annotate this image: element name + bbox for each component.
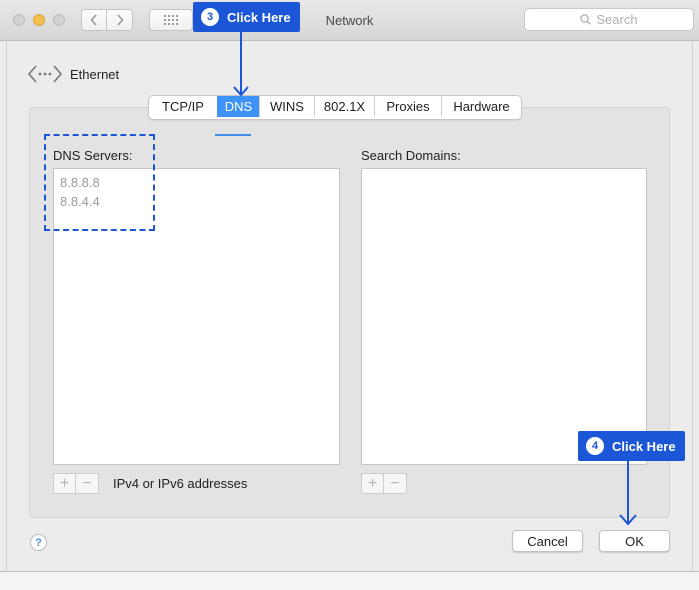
remove-search-domain-button[interactable]: − xyxy=(384,473,407,494)
window-left-edge xyxy=(6,40,7,571)
step-4-callout: 4 Click Here xyxy=(578,431,685,461)
search-placeholder: Search xyxy=(596,12,638,27)
step-3-callout: 3 Click Here xyxy=(193,2,300,32)
search-domains-label: Search Domains: xyxy=(361,148,461,163)
step-4-number: 4 xyxy=(586,437,604,455)
tab-proxies[interactable]: Proxies xyxy=(374,96,441,117)
dns-highlight-box xyxy=(44,134,155,231)
desktop-background xyxy=(0,572,699,590)
search-icon xyxy=(580,14,592,25)
add-search-domain-button[interactable]: + xyxy=(361,473,384,494)
add-dns-button[interactable]: + xyxy=(53,473,76,494)
search-domains-list[interactable] xyxy=(361,168,647,465)
step-3-number: 3 xyxy=(201,8,219,26)
tab-dns[interactable]: DNS xyxy=(217,96,259,117)
interface-name: Ethernet xyxy=(70,67,120,82)
tab-bar: TCP/IP DNS WINS 802.1X Proxies Hardware xyxy=(148,95,522,120)
ok-button[interactable]: OK xyxy=(599,530,670,552)
tab-underline xyxy=(215,134,251,136)
arrow-down-icon xyxy=(233,32,249,97)
ethernet-icon xyxy=(27,65,63,83)
help-button[interactable]: ? xyxy=(30,534,47,551)
search-input[interactable]: Search xyxy=(524,8,694,31)
cancel-button[interactable]: Cancel xyxy=(512,530,583,552)
window-right-edge xyxy=(692,40,693,571)
tab-wins[interactable]: WINS xyxy=(259,96,314,117)
tab-hardware[interactable]: Hardware xyxy=(441,96,521,117)
dns-hint-text: IPv4 or IPv6 addresses xyxy=(113,476,248,491)
tab-8021x[interactable]: 802.1X xyxy=(314,96,374,117)
remove-dns-button[interactable]: − xyxy=(76,473,99,494)
step-3-text: Click Here xyxy=(227,9,291,25)
arrow-down-icon xyxy=(619,461,637,526)
tab-tcpip[interactable]: TCP/IP xyxy=(149,96,217,117)
step-4-text: Click Here xyxy=(612,438,676,454)
